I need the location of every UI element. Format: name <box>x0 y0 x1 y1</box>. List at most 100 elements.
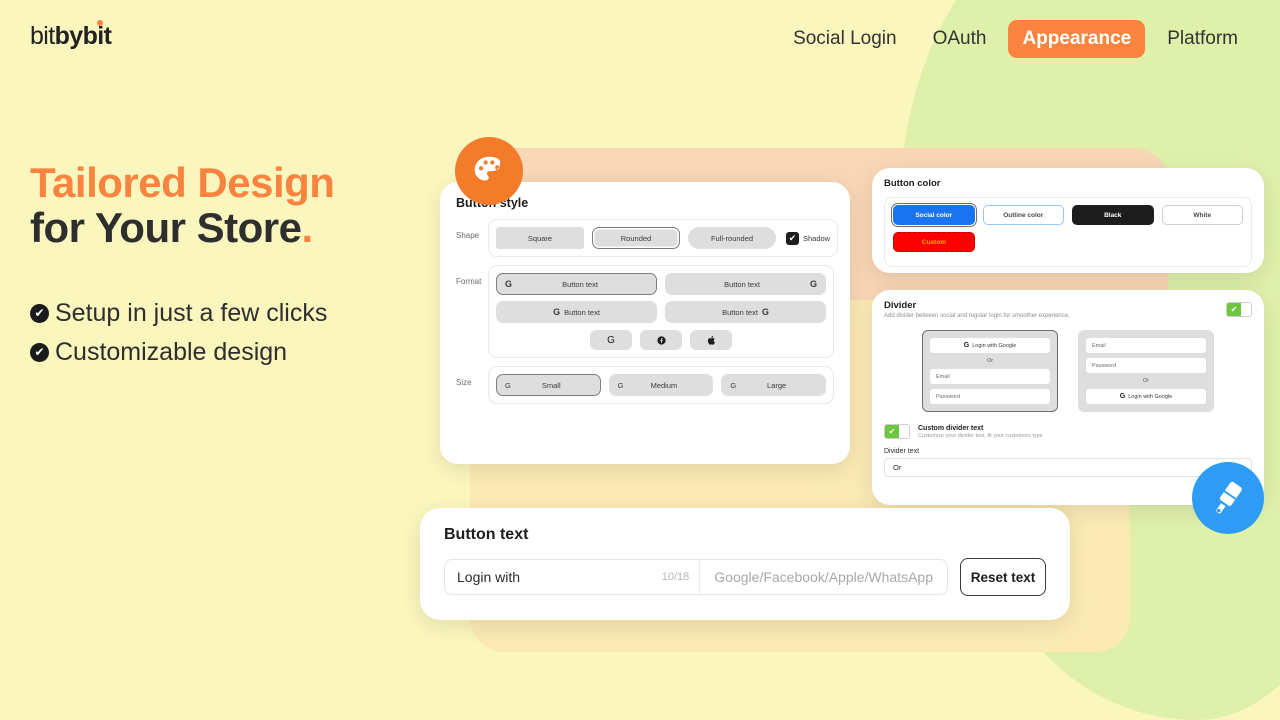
headline-period: . <box>301 204 313 252</box>
main-nav: Social Login OAuth Appearance Platform <box>779 20 1252 58</box>
list-item: ✔ Setup in just a few clicks <box>30 299 334 328</box>
nav-item-social-login[interactable]: Social Login <box>779 20 911 58</box>
headline-line-1: Tailored Design <box>30 159 335 206</box>
divider-subtitle: Add divider between social and regular l… <box>884 313 1070 319</box>
divider-previews: G Login with Google Or Email Password Em… <box>884 330 1252 412</box>
size-row: Size G Small G Medium G Large <box>456 366 834 404</box>
feature-bullets: ✔ Setup in just a few clicks ✔ Customiza… <box>30 299 334 367</box>
google-icon: G <box>553 307 561 317</box>
palette-icon <box>455 137 523 205</box>
preview-email-field: Email <box>930 369 1050 384</box>
format-option-icon-left-center[interactable]: G Button text <box>496 301 657 323</box>
nav-item-platform[interactable]: Platform <box>1153 20 1252 58</box>
nav-item-appearance[interactable]: Appearance <box>1008 20 1146 58</box>
format-label: Format <box>456 277 482 286</box>
custom-divider-text-title: Custom divider text <box>918 424 984 432</box>
size-option-small[interactable]: G Small <box>496 374 601 396</box>
card-button-style: Button style Shape Square Rounded Full-r… <box>440 182 850 464</box>
shadow-checkbox-icon[interactable]: ✔ <box>786 231 799 245</box>
preview-google-button: G Login with Google <box>930 338 1050 353</box>
format-option-icon-left[interactable]: G Button text <box>496 273 657 295</box>
custom-divider-text-subtitle: Customize your divider text, fit your cu… <box>918 432 1043 439</box>
size-option-label: Medium <box>650 380 678 390</box>
preview-password-field: Password <box>1086 358 1206 373</box>
divider-toggle-check-icon: ✔ <box>1227 303 1241 316</box>
custom-divider-text-text: Custom divider text Customize your divid… <box>918 425 1043 439</box>
list-item: ✔ Customizable design <box>30 338 334 367</box>
brand-logo[interactable]: bitbybit <box>30 20 112 51</box>
custom-divider-text-row: ✔ Custom divider text Customize your div… <box>884 424 1252 439</box>
brand-logo-part3-text: bit <box>82 22 112 50</box>
format-options-box: G Button text Button text G G Button tex… <box>488 265 834 358</box>
nav-item-oauth[interactable]: OAuth <box>919 20 1001 58</box>
shape-options: Square Rounded Full-rounded ✔ Shadow <box>496 227 830 249</box>
preview-password-field: Password <box>930 389 1050 404</box>
button-color-row-custom: Custom <box>893 232 1243 252</box>
format-options: G Button text Button text G G Button tex… <box>496 273 826 323</box>
button-text-row: Login with 10/18 Google/Facebook/Apple/W… <box>444 558 1046 596</box>
custom-divider-text-toggle[interactable]: ✔ <box>884 424 910 439</box>
size-options-box: G Small G Medium G Large <box>488 366 834 404</box>
shape-option-rounded[interactable]: Rounded <box>592 227 680 249</box>
format-option-icon-right-center[interactable]: Button text G <box>665 301 826 323</box>
brand-logo-part2: by <box>54 22 84 50</box>
preview-google-button: G Login with Google <box>1086 389 1206 404</box>
preview-google-label: Login with Google <box>1128 393 1173 400</box>
google-icon: G <box>963 342 970 349</box>
google-icon: G <box>505 279 513 289</box>
card-title-button-color: Button color <box>884 178 941 189</box>
color-option-white[interactable]: White <box>1161 205 1243 225</box>
facebook-icon <box>656 335 666 345</box>
shape-option-full-rounded[interactable]: Full-rounded <box>688 227 776 249</box>
size-option-medium[interactable]: G Medium <box>608 374 714 396</box>
check-circle-icon: ✔ <box>30 342 49 362</box>
format-option-facebook-icon-only[interactable] <box>640 330 682 350</box>
format-option-google-icon-only[interactable]: G <box>590 330 632 350</box>
shadow-checkbox-wrap[interactable]: ✔ Shadow <box>786 231 831 245</box>
format-option-label: Button text <box>722 307 758 317</box>
reset-text-button[interactable]: Reset text <box>960 558 1046 596</box>
divider-preview-social-last[interactable]: Email Password Or G Login with Google <box>1078 330 1214 412</box>
divider-preview-social-first[interactable]: G Login with Google Or Email Password <box>922 330 1058 412</box>
preview-or-label: Or <box>986 358 994 364</box>
format-option-label: Button text <box>724 279 760 289</box>
shape-option-square[interactable]: Square <box>496 227 584 249</box>
color-option-outline-color[interactable]: Outline color <box>982 205 1064 225</box>
format-icon-only-options: G <box>496 330 826 350</box>
size-label: Size <box>456 378 472 387</box>
bullet-label: Customizable design <box>55 337 288 366</box>
size-options: G Small G Medium G Large <box>496 374 827 396</box>
button-text-input-group: Login with 10/18 Google/Facebook/Apple/W… <box>444 559 948 595</box>
button-text-suffix: Google/Facebook/Apple/WhatsApp <box>714 569 933 585</box>
paintbrush-glyph <box>1216 481 1242 514</box>
size-option-large[interactable]: G Large <box>721 374 827 396</box>
format-option-label: Button text <box>564 307 600 317</box>
hero-section: Tailored Design for Your Store. ✔ Setup … <box>30 159 335 377</box>
format-option-icon-right[interactable]: Button text G <box>665 273 826 295</box>
button-color-options-box: Social color Outline color Black White C… <box>884 197 1252 267</box>
headline-line-2: for Your Store. <box>30 205 334 250</box>
color-option-black[interactable]: Black <box>1072 205 1154 225</box>
shape-row: Shape Square Rounded Full-rounded ✔ Shad… <box>456 219 839 257</box>
shape-label: Shape <box>456 231 480 240</box>
size-option-label: Small <box>541 380 561 390</box>
page-title: Tailored Design for Your Store. <box>30 159 335 251</box>
color-option-custom[interactable]: Custom <box>893 232 975 252</box>
format-option-label: Button text <box>562 279 598 289</box>
brand-logo-dot-icon <box>96 20 103 26</box>
divider-toggle[interactable]: ✔ <box>1226 302 1252 317</box>
card-button-color: Button color Social color Outline color … <box>872 168 1264 273</box>
size-option-label: Large <box>767 380 787 390</box>
color-option-social-color[interactable]: Social color <box>890 202 977 228</box>
shadow-label: Shadow <box>803 233 831 243</box>
button-text-input[interactable]: Login with <box>445 569 662 585</box>
format-option-apple-icon-only[interactable] <box>690 330 732 350</box>
format-row: Format G Button text Button text G G But… <box>456 265 834 358</box>
google-icon: G <box>809 279 817 289</box>
divider-text-label: Divider text <box>884 448 920 455</box>
divider-text-input[interactable]: Or <box>884 458 1252 477</box>
card-title-divider: Divider <box>884 300 917 311</box>
custom-divider-text-check-icon: ✔ <box>885 425 899 438</box>
bullet-label: Setup in just a few clicks <box>55 298 328 327</box>
google-icon: G <box>1119 393 1126 400</box>
